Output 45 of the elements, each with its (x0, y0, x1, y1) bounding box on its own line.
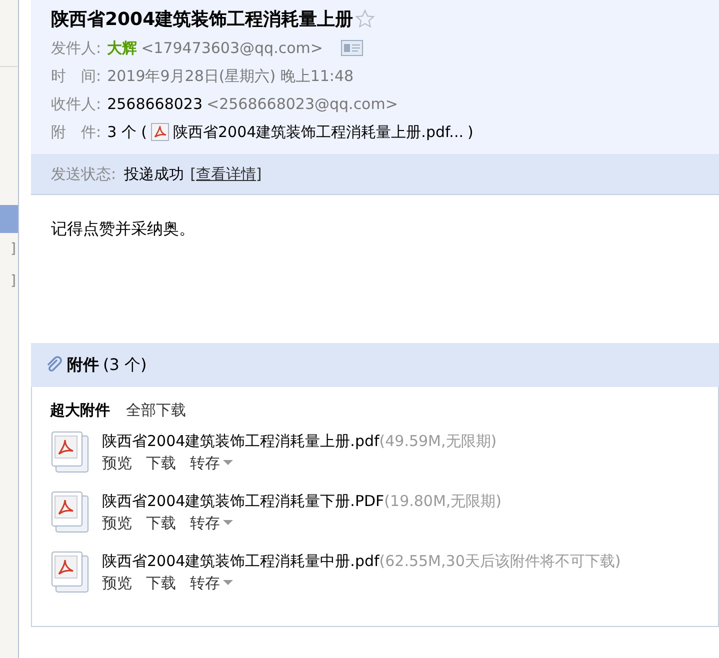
download-all-link[interactable]: 全部下载 (126, 401, 186, 420)
attachments-title: 附件 (67, 354, 99, 376)
attachment-count: 3 个 ( (107, 122, 147, 142)
star-icon[interactable] (355, 9, 376, 29)
field-label: 发件人: (51, 38, 102, 58)
field-label: 附 件: (51, 122, 102, 142)
mail-body: 记得点赞并采纳奥。 (50, 218, 196, 240)
file-action-link[interactable]: 下载 (146, 514, 176, 532)
pdf-file-icon (50, 430, 90, 474)
recipient-name: 2568668023 (107, 95, 202, 113)
field-label: 时 间: (51, 66, 102, 86)
mail-subject: 陕西省2004建筑装饰工程消耗量上册 (51, 8, 354, 31)
save-dropdown[interactable]: 转存 (190, 574, 233, 592)
attachments-count: (3 个) (103, 354, 147, 376)
file-action-link[interactable]: 下载 (146, 454, 176, 472)
sender-address: <179473603@qq.com> (141, 39, 323, 57)
file-name[interactable]: 陕西省2004建筑装饰工程消耗量下册.PDF (102, 492, 384, 510)
paren-text: ) (467, 123, 474, 141)
file-name[interactable]: 陕西省2004建筑装饰工程消耗量中册.pdf (102, 552, 380, 570)
file-action-link[interactable]: 下载 (146, 574, 176, 592)
file-action-link[interactable]: 预览 (102, 454, 132, 472)
save-dropdown[interactable]: 转存 (190, 454, 233, 472)
caret-icon[interactable] (223, 580, 233, 586)
section-title: 超大附件 (50, 401, 110, 420)
caret-icon[interactable] (223, 520, 233, 526)
pdf-icon (151, 123, 169, 141)
recipient-address: <2568668023@qq.com> (206, 95, 398, 113)
status-value: 投递成功 (124, 164, 184, 184)
status-label: 发送状态: (51, 164, 116, 184)
pdf-file-icon (50, 550, 90, 594)
caret-icon[interactable] (223, 460, 233, 466)
paperclip-icon (45, 356, 63, 374)
file-action-link[interactable]: 预览 (102, 514, 132, 532)
field-label: 收件人: (51, 94, 102, 114)
save-dropdown[interactable]: 转存 (190, 514, 233, 532)
contact-card-icon[interactable] (340, 40, 363, 56)
details-link[interactable]: [查看详情] (190, 164, 262, 184)
file-action-link[interactable]: 预览 (102, 574, 132, 592)
file-info: (62.55M,30天后该附件将不可下载) (379, 552, 621, 570)
pdf-file-icon (50, 490, 90, 534)
file-name[interactable]: 陕西省2004建筑装饰工程消耗量上册.pdf (102, 432, 380, 450)
file-info: (19.80M,无限期) (384, 492, 502, 510)
send-time: 2019年9月28日(星期六) 晚上11:48 (107, 66, 354, 86)
attachment-link[interactable]: 陕西省2004建筑装饰工程消耗量上册.pdf... (173, 122, 464, 142)
file-info: (49.59M,无限期) (379, 432, 497, 450)
